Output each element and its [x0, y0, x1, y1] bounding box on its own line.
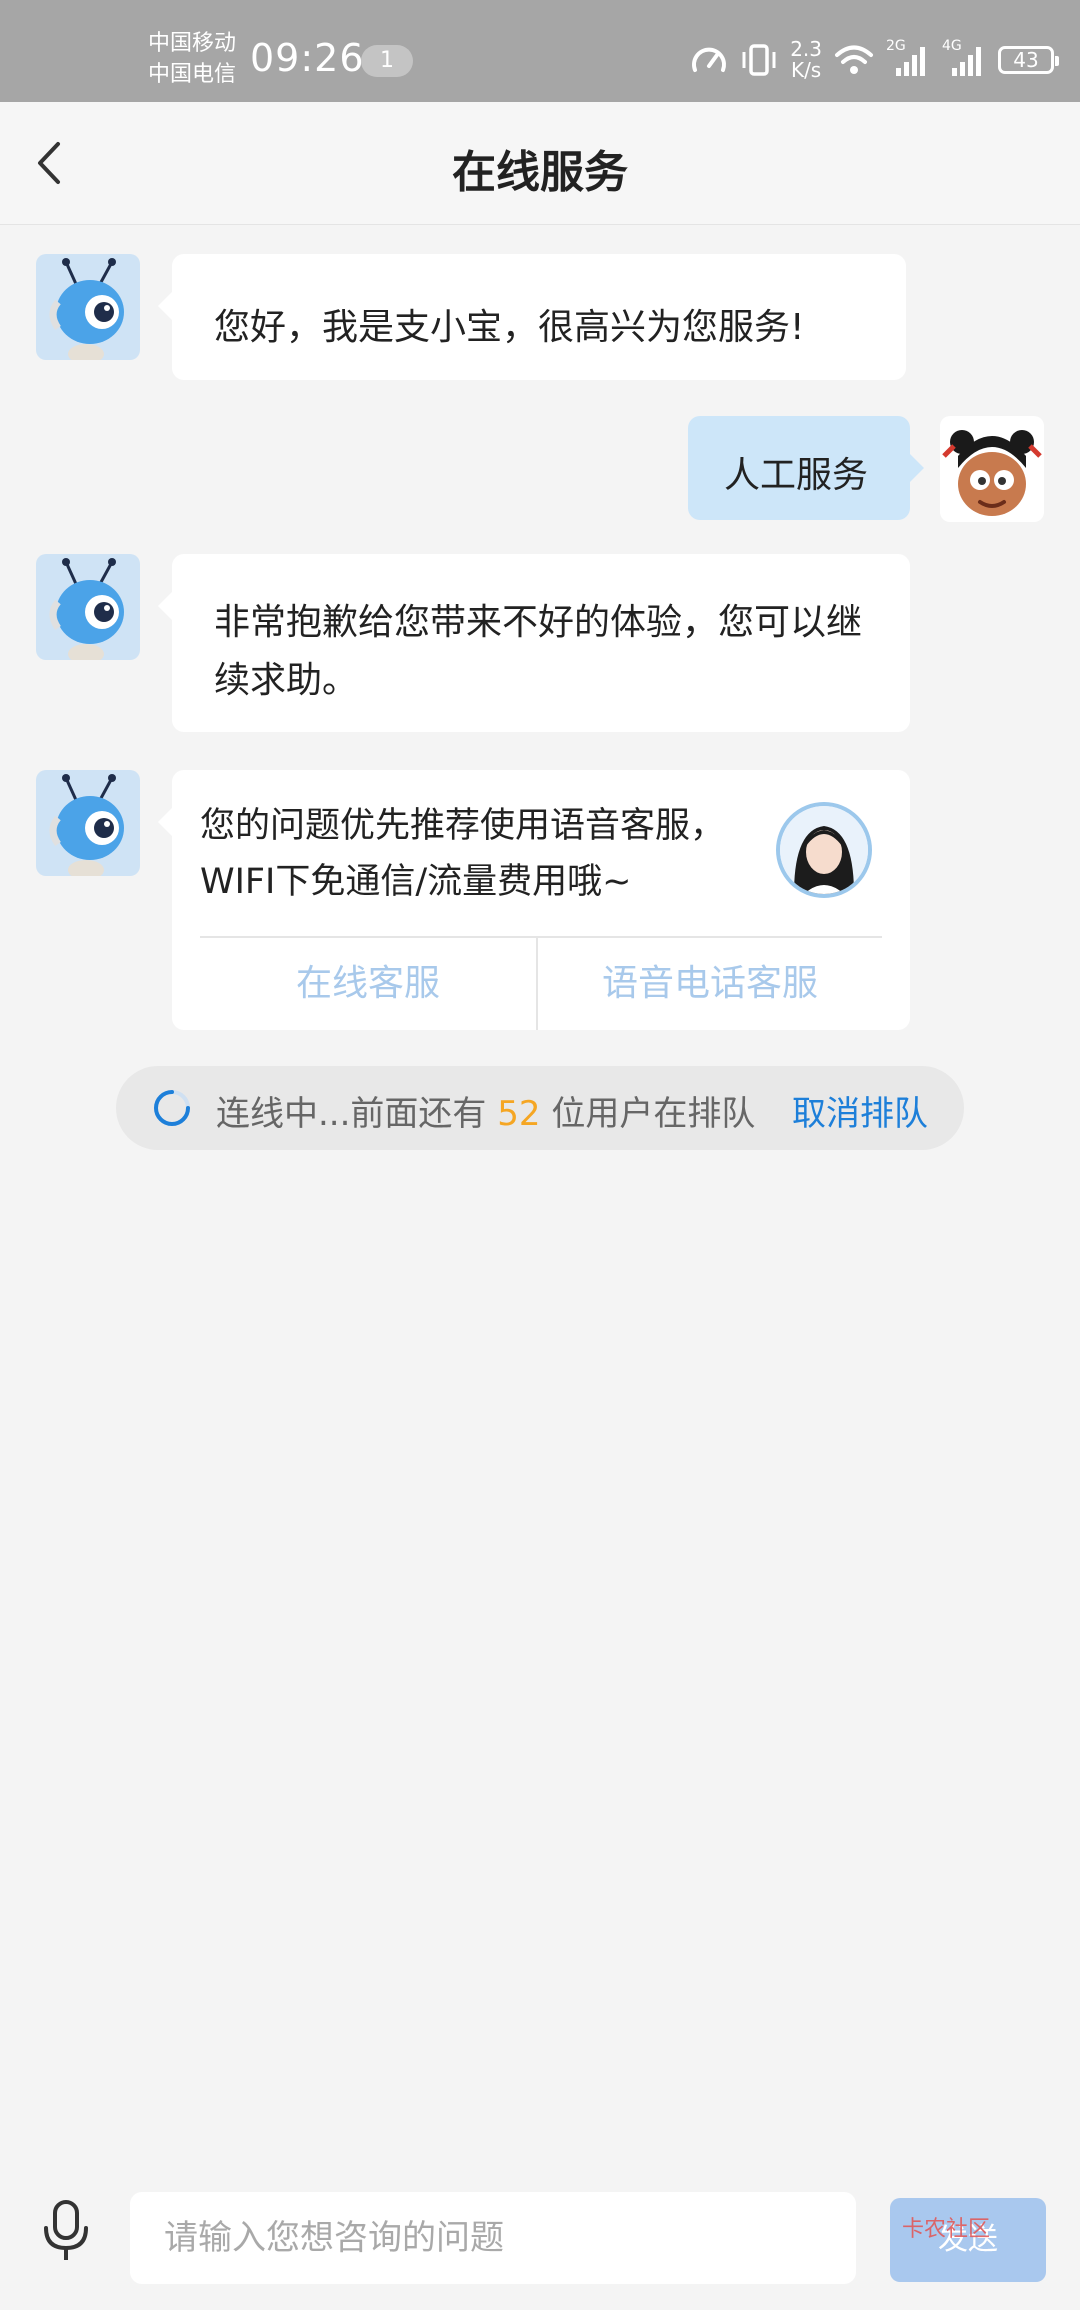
speedometer-icon — [692, 47, 727, 72]
cancel-queue-button[interactable]: 取消排队 — [792, 1086, 928, 1135]
header: 在线服务 — [0, 102, 1080, 225]
queue-suffix: 位用户在排队 — [551, 1094, 756, 1134]
microphone-icon[interactable] — [36, 2198, 96, 2262]
net-speed-value: 2.3 — [790, 37, 822, 61]
chat-bubble-user: 人工服务 — [688, 416, 924, 520]
user-message-text: 人工服务 — [724, 455, 869, 496]
signal-1-label: 2G — [886, 38, 906, 54]
bot-apology-text: 非常抱歉给您带来不好的体验，您可以继续求助。 — [214, 602, 863, 701]
queue-text: 连线中...前面还有 52 位用户在排队 — [216, 1086, 755, 1135]
clock: 09:26 — [250, 36, 365, 80]
battery-icon: 43 — [998, 46, 1059, 74]
voice-call-service-option[interactable]: 语音电话客服 — [538, 938, 882, 1030]
chat-bubble-bot: 您好，我是支小宝，很高兴为您服务! — [158, 254, 906, 380]
signal-2g-icon: 2G — [886, 38, 930, 78]
agent-photo-avatar — [776, 802, 872, 898]
bot-greeting-text: 您好，我是支小宝，很高兴为您服务! — [214, 307, 805, 348]
net-speed: 2.3 K/s — [790, 39, 822, 81]
robot-mascot-icon[interactable] — [36, 254, 140, 360]
robot-mascot-icon[interactable] — [36, 770, 140, 876]
net-speed-unit: K/s — [790, 58, 822, 82]
carrier-2: 中国电信 — [148, 62, 237, 87]
carrier-1: 中国移动 — [148, 31, 237, 56]
recommend-text: 您的问题优先推荐使用语音客服，WIFI下免通信/流量费用哦~ — [200, 806, 726, 902]
signal-4g-icon: 4G — [942, 38, 986, 78]
vibrate-icon — [742, 44, 776, 76]
queue-count: 52 — [497, 1094, 541, 1134]
queue-status-pill: 连线中...前面还有 52 位用户在排队 取消排队 — [116, 1066, 964, 1150]
send-button[interactable]: 发送 卡农社区 — [890, 2198, 1046, 2282]
status-bar: 中国移动 中国电信 09:26 1 2.3 K/s 2G 4G 43 — [0, 0, 1080, 102]
notification-badge: 1 — [361, 45, 413, 77]
online-service-option[interactable]: 在线客服 — [200, 938, 536, 1030]
wifi-icon — [835, 45, 873, 74]
message-input[interactable] — [130, 2192, 856, 2284]
watermark-text: 卡农社区 — [902, 2217, 991, 2242]
chat-bubble-bot: 非常抱歉给您带来不好的体验，您可以继续求助。 — [158, 554, 910, 732]
page-title: 在线服务 — [452, 147, 628, 198]
queue-prefix: 连线中...前面还有 — [216, 1094, 487, 1134]
chat-card-recommend: 您的问题优先推荐使用语音客服，WIFI下免通信/流量费用哦~ 在线客服 语音电话… — [158, 770, 910, 1030]
status-icons: 2.3 K/s 2G 4G 43 — [690, 38, 1059, 82]
loading-spinner-icon — [154, 1090, 190, 1126]
carrier-names: 中国移动 中国电信 — [148, 28, 236, 90]
signal-2-label: 4G — [942, 38, 962, 54]
user-cartoon-avatar[interactable] — [940, 416, 1044, 522]
robot-mascot-icon[interactable] — [36, 554, 140, 660]
input-bar: 发送 卡农社区 — [0, 2170, 1080, 2310]
